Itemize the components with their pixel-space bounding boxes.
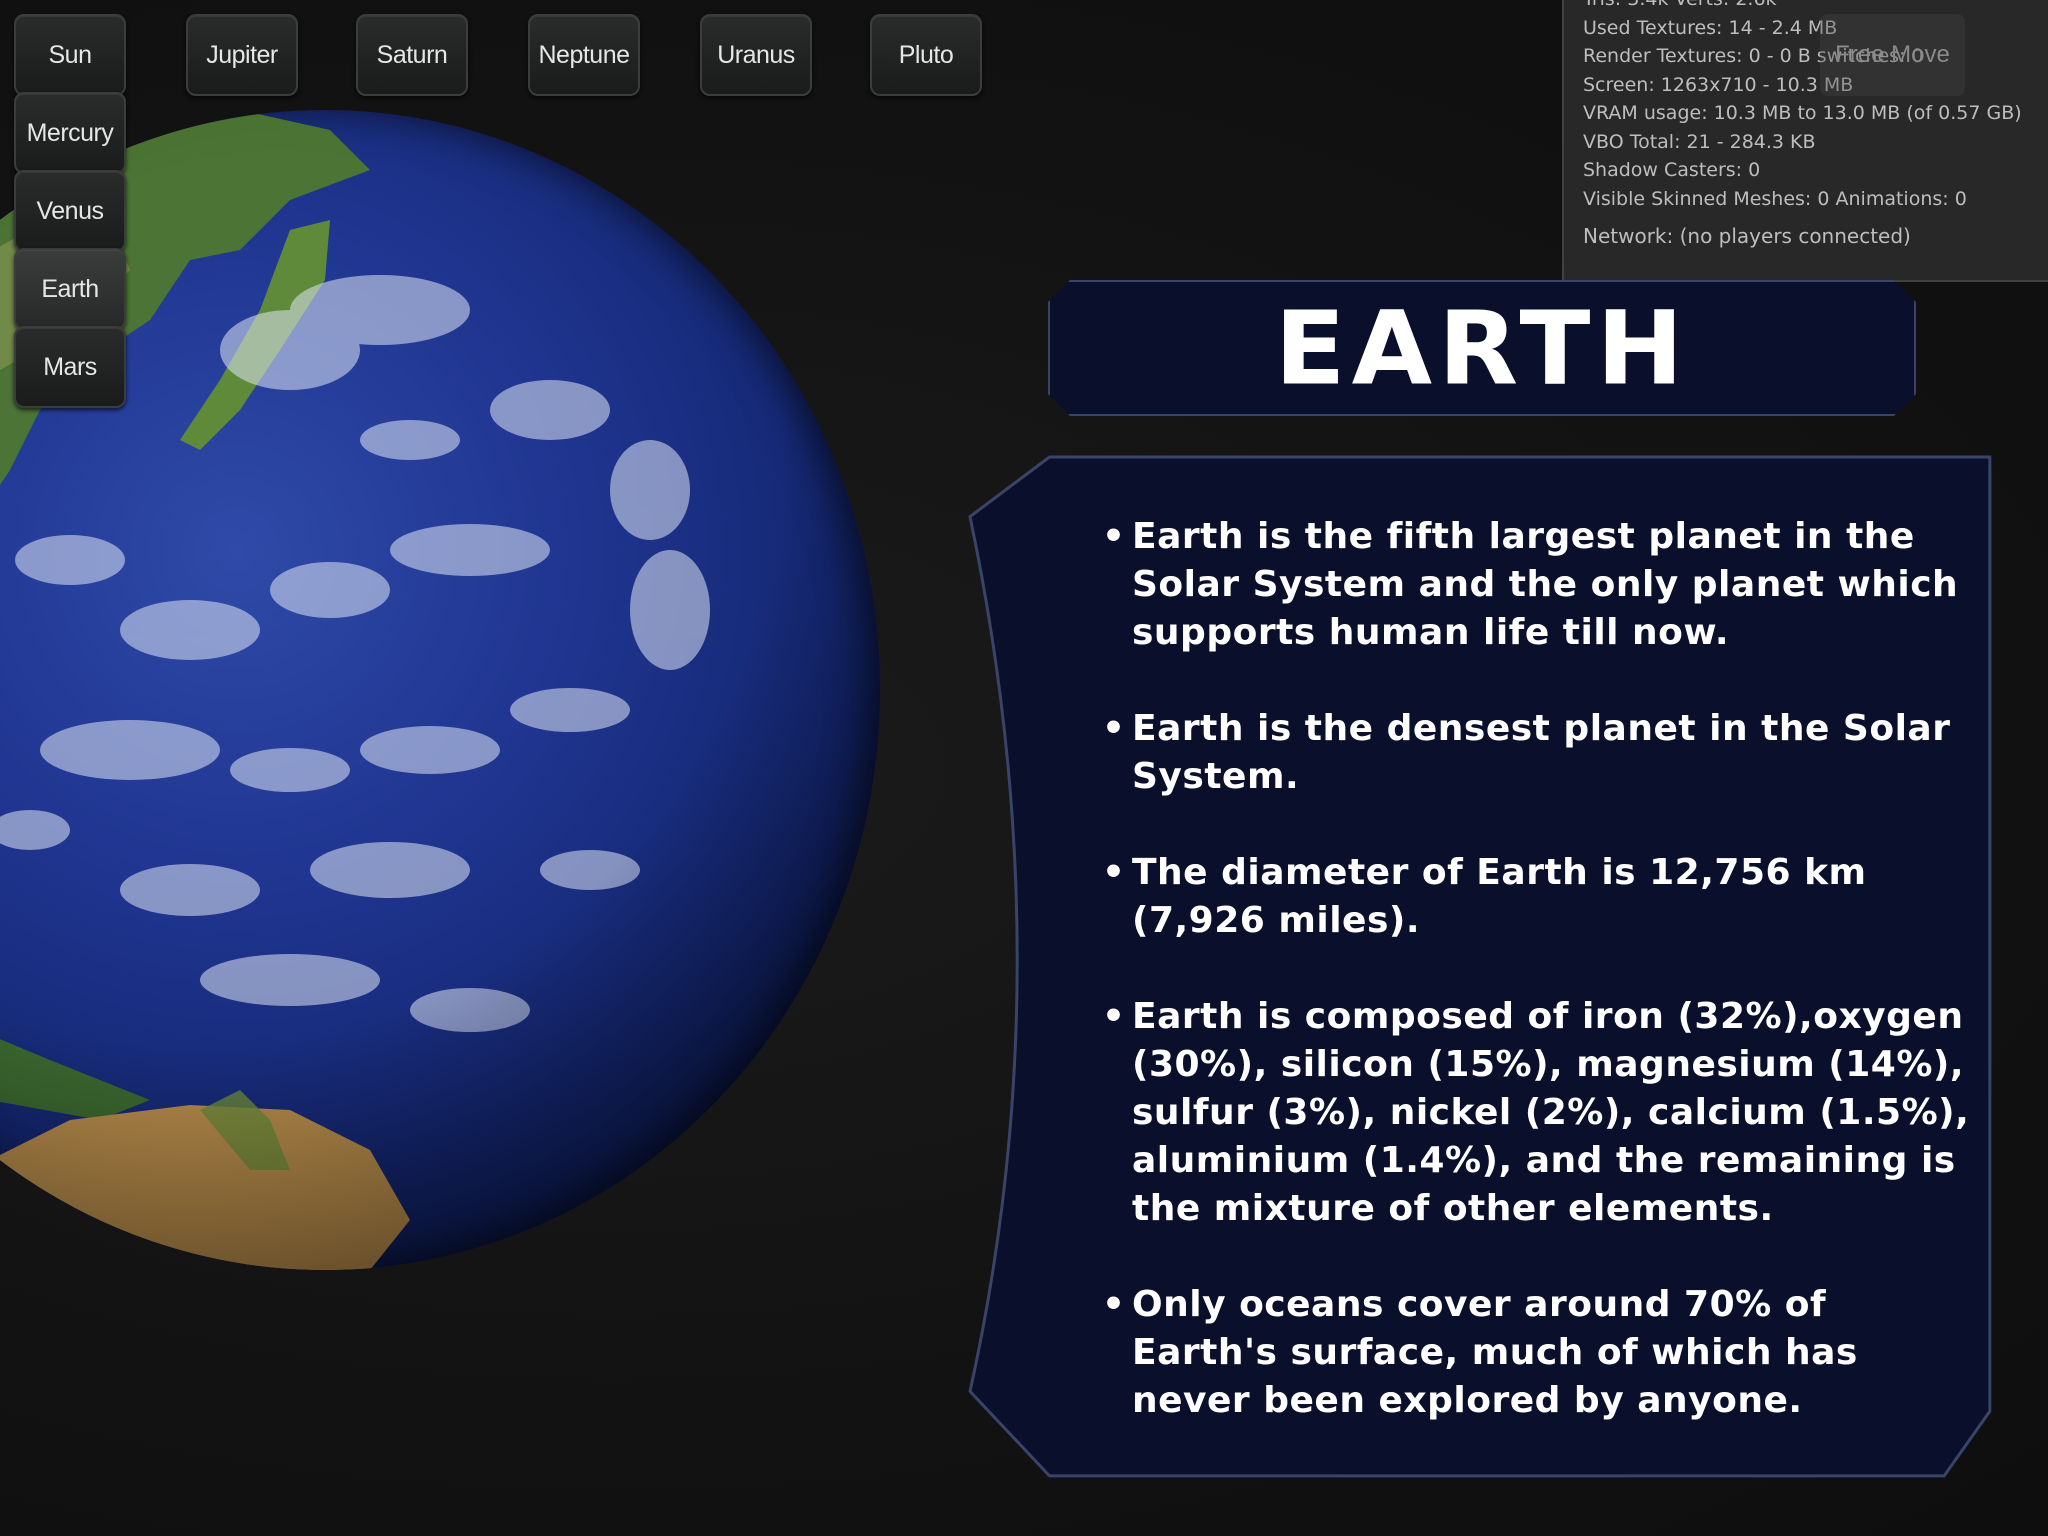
planet-facts-list: • Earth is the fifth largest planet in t… [1102, 513, 1982, 1473]
planet-title-panel: EARTH [1048, 280, 1916, 416]
planet-info-panel: • Earth is the fifth largest planet in t… [968, 455, 1994, 1480]
bullet-icon: • [1102, 852, 1126, 893]
stats-network: Network: (no players connected) [1583, 224, 1911, 248]
free-move-button[interactable]: Free Move [1820, 14, 1965, 96]
stats-vram-usage: VRAM usage: 10.3 MB to 13.0 MB (of 0.57 … [1583, 102, 2022, 124]
earth-globe[interactable] [0, 110, 880, 1270]
fact-item: • Only oceans cover around 70% of Earth'… [1102, 1281, 1982, 1425]
bullet-icon: • [1102, 1284, 1126, 1325]
jupiter-button[interactable]: Jupiter [186, 14, 298, 96]
neptune-button[interactable]: Neptune [528, 14, 640, 96]
render-stats-overlay: Tris: 3.4k Verts: 2.6k Used Textures: 14… [1562, 0, 2048, 282]
fact-item: • Earth is the densest planet in the Sol… [1102, 705, 1982, 801]
bullet-icon: • [1102, 996, 1126, 1037]
bullet-icon: • [1102, 516, 1126, 557]
venus-button[interactable]: Venus [14, 170, 126, 252]
stats-screen: Screen: 1263x710 - 10.3 MB [1583, 73, 1854, 96]
planet-title: EARTH [1274, 288, 1690, 408]
saturn-button[interactable]: Saturn [356, 14, 468, 96]
sun-button[interactable]: Sun [14, 14, 126, 96]
stats-tris-verts: Tris: 3.4k Verts: 2.6k [1583, 0, 2048, 14]
pluto-button[interactable]: Pluto [870, 14, 982, 96]
stats-vbo-total: VBO Total: 21 - 284.3 KB [1583, 130, 1816, 153]
uranus-button[interactable]: Uranus [700, 14, 812, 96]
fact-item: • Earth is composed of iron (32%),oxygen… [1102, 993, 1982, 1233]
mercury-button[interactable]: Mercury [14, 92, 126, 174]
bullet-icon: • [1102, 708, 1126, 749]
planet-viewer-screen: Sun Jupiter Saturn Neptune Uranus Pluto … [0, 0, 2048, 1536]
mars-button[interactable]: Mars [14, 326, 126, 408]
stats-used-textures: Used Textures: 14 - 2.4 MB [1583, 16, 1838, 39]
fact-item: • The diameter of Earth is 12,756 km (7,… [1102, 849, 1982, 945]
stats-shadow-casters: Shadow Casters: 0 [1583, 159, 1761, 181]
stats-skinned-meshes: Visible Skinned Meshes: 0 Animations: 0 [1583, 187, 1967, 210]
stats-render-textures: Render Textures: 0 - 0 B switches: 0 [1583, 45, 1924, 67]
earth-button[interactable]: Earth [14, 248, 126, 330]
fact-item: • Earth is the fifth largest planet in t… [1102, 513, 1982, 657]
